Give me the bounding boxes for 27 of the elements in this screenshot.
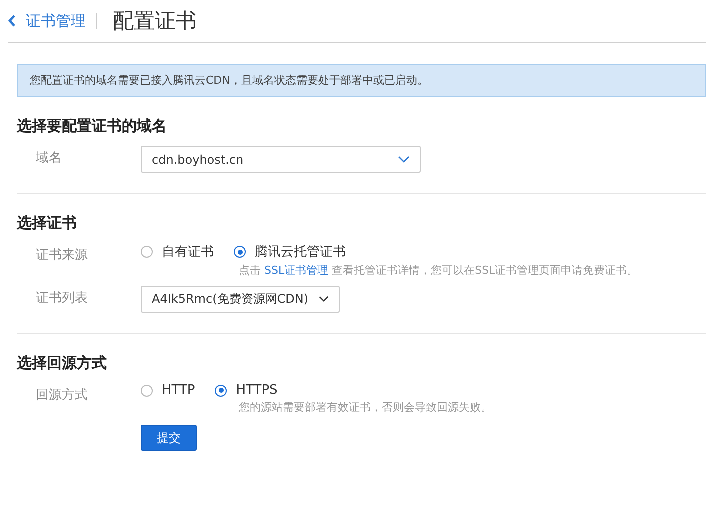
dropdown-select[interactable]: cdn.boyhost.cn	[141, 146, 421, 173]
chevron-down-icon	[398, 156, 410, 164]
radio-option[interactable]: 腾讯云托管证书	[234, 243, 346, 261]
hint-text: 点击 SSL证书管理 查看托管证书详情，您可以在SSL证书管理页面申请免费证书。	[239, 263, 638, 278]
section-title: 选择要配置证书的域名	[17, 117, 168, 136]
radio-icon[interactable]	[215, 384, 228, 396]
notice-banner: 您配置证书的域名需要已接入腾讯云CDN，且域名状态需要处于部署中或已启动。	[17, 64, 706, 97]
field-label: 证书来源	[35, 247, 89, 265]
field-label: 证书列表	[35, 290, 89, 308]
section-title: 选择回源方式	[17, 354, 108, 373]
page-title: 配置证书	[112, 8, 197, 35]
ssl-link[interactable]: SSL证书管理	[264, 264, 329, 277]
radio-icon[interactable]	[141, 246, 153, 258]
radio-option[interactable]: HTTP	[141, 383, 196, 398]
field-label: 回源方式	[35, 387, 89, 405]
radio-icon[interactable]	[234, 246, 246, 258]
hint-text: 您的源站需要部署有效证书，否则会导致回源失败。	[239, 400, 492, 415]
chevron-left-icon	[8, 15, 16, 27]
radio-option[interactable]: HTTPS	[215, 383, 278, 398]
section-title: 选择证书	[17, 214, 78, 233]
radio-option[interactable]: 自有证书	[141, 243, 214, 261]
field-label: 域名	[35, 150, 63, 168]
back-link[interactable]: 证书管理	[8, 13, 97, 29]
chevron-down-icon	[318, 296, 329, 303]
dropdown-select[interactable]: A4Ik5Rmc(免费资源网CDN)	[141, 286, 340, 313]
submit-button[interactable]: 提交	[141, 425, 197, 451]
radio-icon[interactable]	[141, 384, 153, 396]
